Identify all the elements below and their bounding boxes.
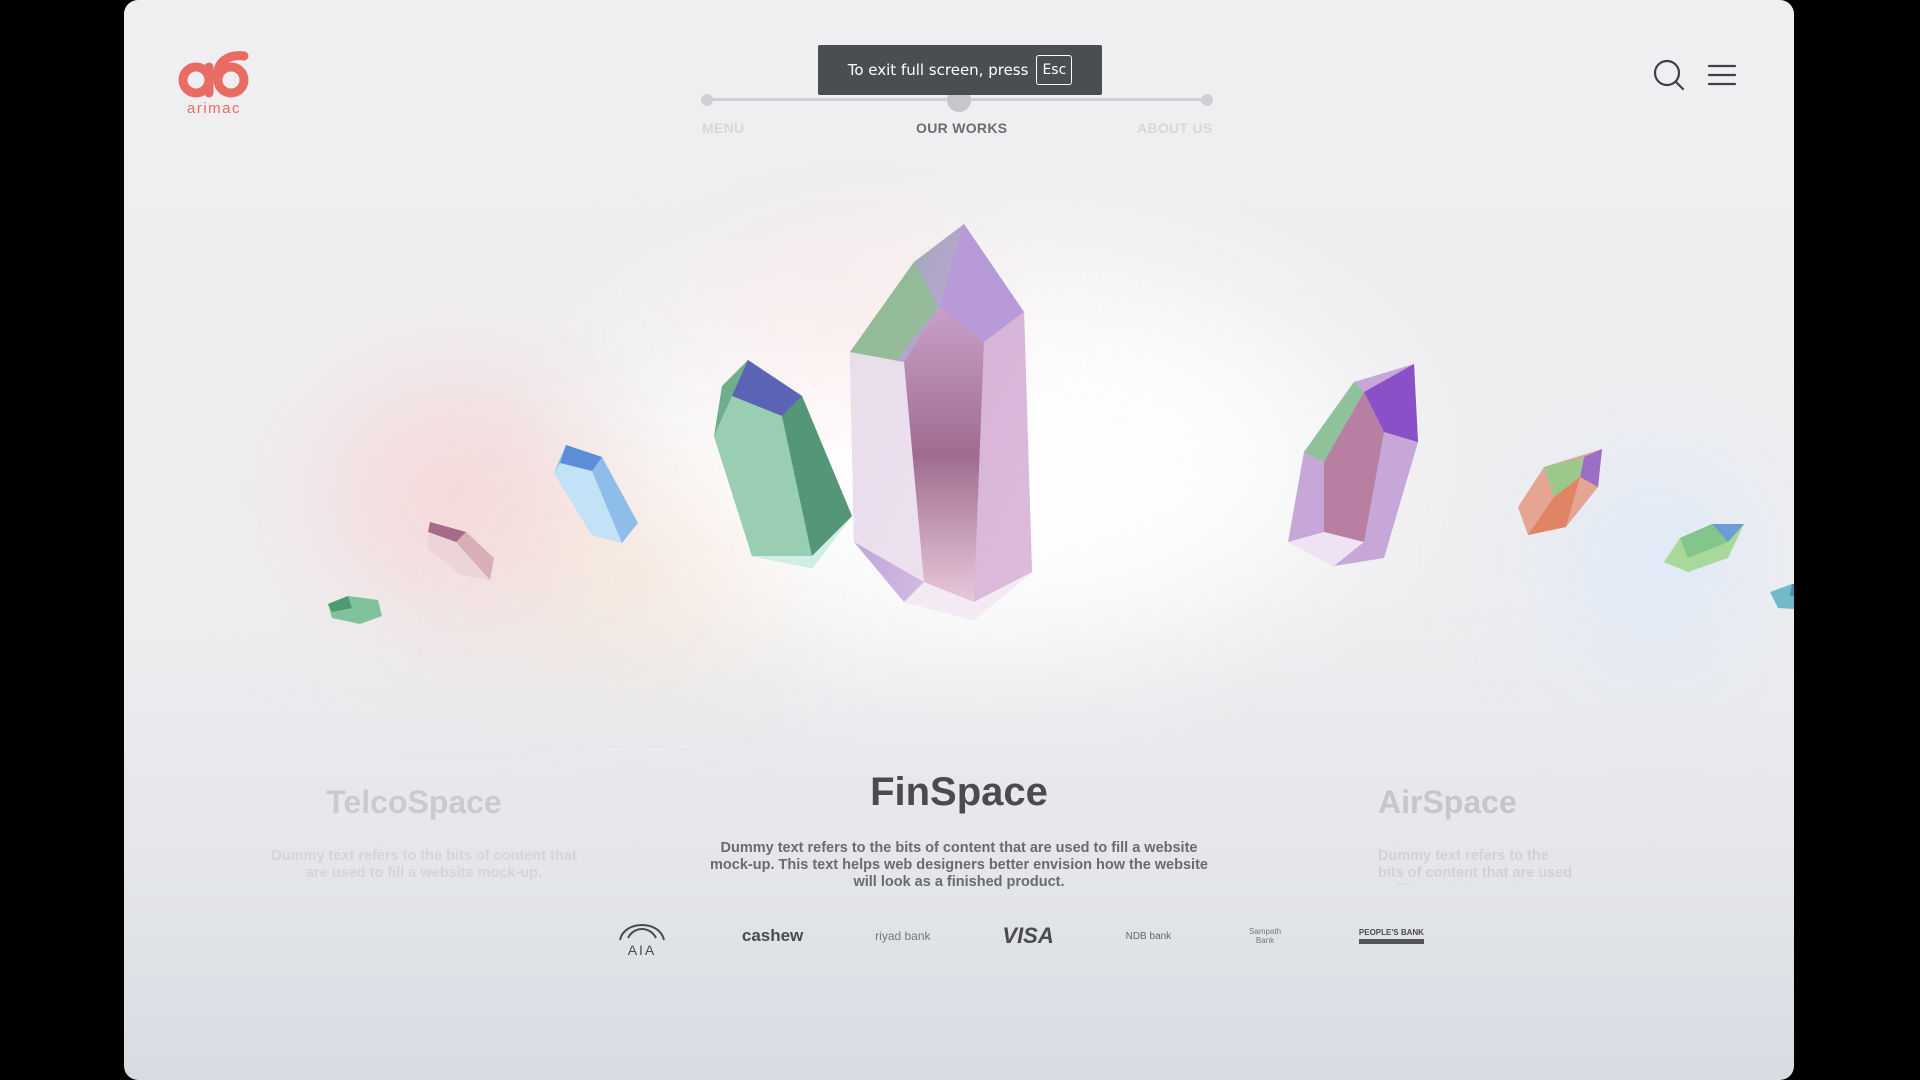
card-title-telcospace[interactable]: TelcoSpace: [264, 784, 564, 821]
toast-message: To exit full screen, press: [847, 61, 1029, 79]
crystal-right-orange: [1518, 449, 1602, 535]
arimac-logo-icon: [178, 51, 249, 98]
crystal-center: [850, 224, 1032, 620]
nav-dot-menu[interactable]: [701, 94, 713, 106]
nav-item-about-us[interactable]: ABOUT US: [1137, 120, 1213, 136]
nav-item-menu[interactable]: MENU: [702, 120, 744, 136]
riyad-bank-logo: riyad bank: [875, 929, 931, 943]
aia-logo: AIA: [614, 908, 670, 964]
nav-dot-about-us[interactable]: [1201, 94, 1213, 106]
nav-item-our-works[interactable]: OUR WORKS: [916, 120, 1007, 136]
hamburger-menu-icon: [1707, 64, 1737, 86]
card-desc-finspace: Dummy text refers to the bits of content…: [710, 840, 1208, 890]
crystal-left-blue: [554, 445, 638, 543]
client-logos-row: AIA cashew riyad bank VISA NDB bank Samp…: [614, 908, 1424, 964]
search-icon: [1653, 59, 1685, 91]
peoples-bank-logo: PEOPLE'S BANK: [1358, 928, 1424, 944]
sampath-bank-logo: Sampath Bank: [1249, 927, 1282, 945]
cashew-logo: cashew: [741, 926, 804, 945]
search-button[interactable]: [1652, 58, 1686, 92]
crystal-left-pink: [428, 522, 494, 580]
crystal-right-green: [1664, 524, 1744, 572]
card-title-finspace[interactable]: FinSpace: [709, 770, 1209, 815]
aia-emblem-icon: [619, 924, 665, 941]
fullscreen-exit-toast: To exit full screen, press Esc: [818, 45, 1102, 95]
crystal-right-purple: [1288, 364, 1418, 566]
crystal-left-large-green: [714, 360, 852, 568]
app-frame: arimac MENU OUR WORKS ABOUT US To exit f…: [124, 0, 1794, 1080]
crystal-right-small-blue: [1770, 584, 1794, 609]
card-desc-airspace: Dummy text refers to the bits of content…: [1378, 848, 1573, 884]
logo-text: arimac: [186, 100, 241, 117]
card-desc-telcospace: Dummy text refers to the bits of content…: [271, 848, 577, 881]
visa-logo: VISA: [1002, 923, 1054, 948]
brand-logo[interactable]: arimac: [176, 48, 252, 118]
ndb-bank-logo: NDB bank: [1125, 930, 1172, 942]
card-title-airspace[interactable]: AirSpace: [1378, 784, 1578, 821]
crystal-left-small-green: [328, 596, 382, 624]
esc-key-badge: Esc: [1036, 55, 1073, 85]
menu-button[interactable]: [1706, 58, 1740, 92]
